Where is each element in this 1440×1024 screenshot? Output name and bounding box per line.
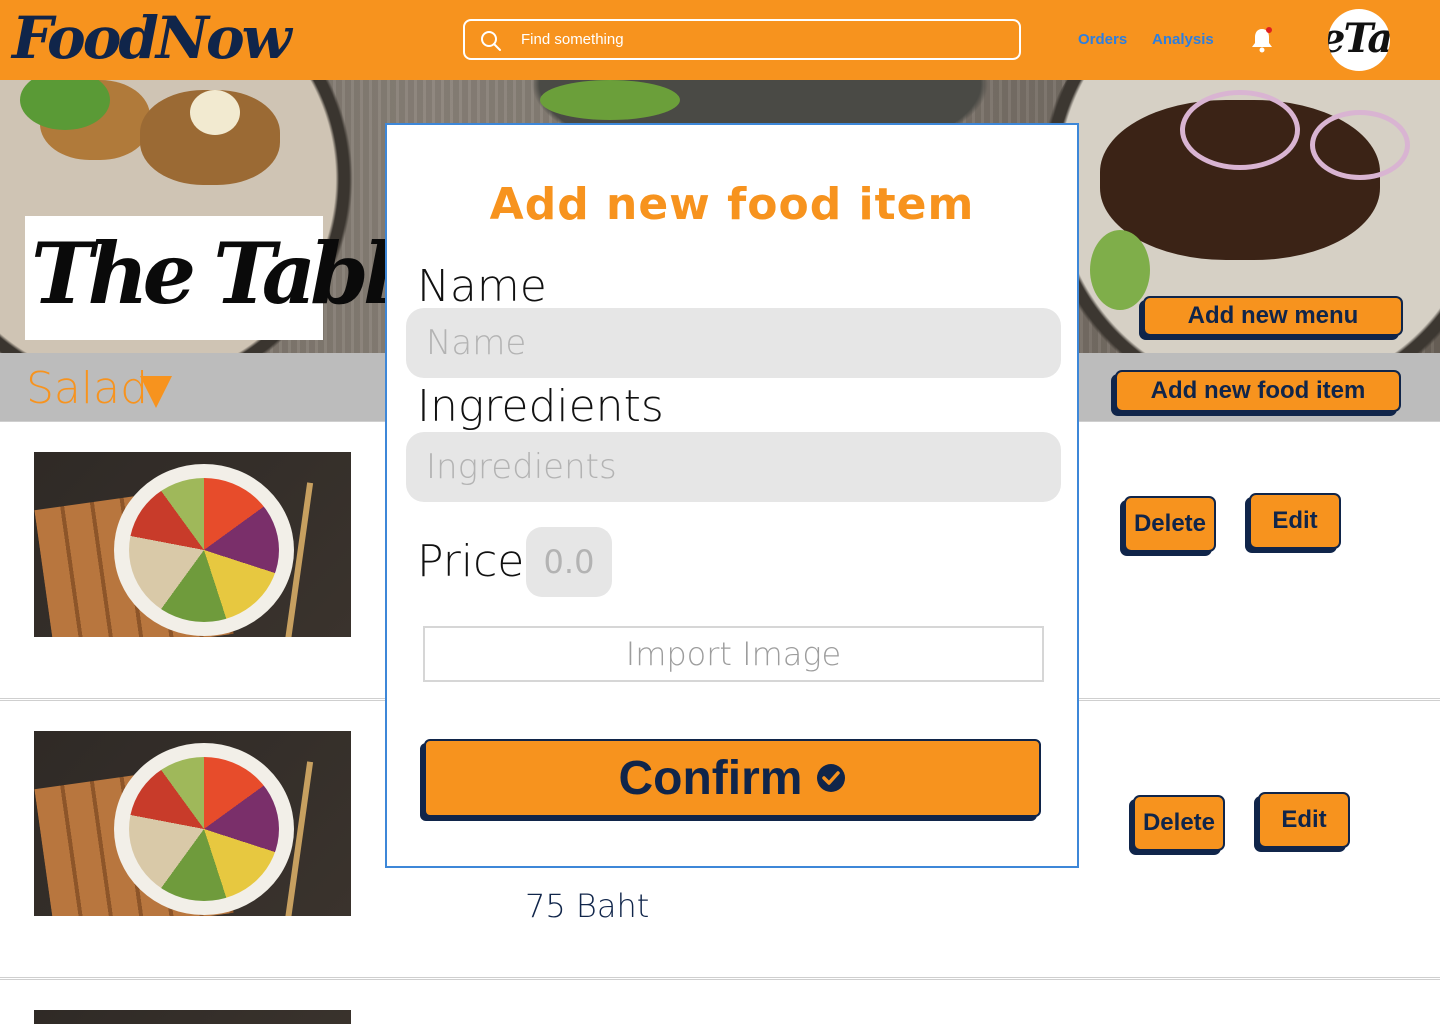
edit-button[interactable]: Edit — [1249, 493, 1341, 549]
nav-analysis[interactable]: Analysis — [1152, 31, 1214, 48]
add-new-menu-button[interactable]: Add new menu — [1143, 296, 1403, 336]
delete-button[interactable]: Delete — [1124, 496, 1216, 552]
top-bar: FoodNow Find something Orders Analysis e… — [0, 0, 1440, 80]
food-image — [34, 452, 351, 637]
salad — [129, 478, 279, 622]
caret-down-icon[interactable] — [140, 376, 172, 408]
modal-title: Add new food item — [489, 179, 975, 230]
food-onion — [1310, 110, 1410, 180]
confirm-label: Confirm — [618, 751, 803, 805]
delete-button[interactable]: Delete — [1133, 795, 1225, 851]
price-label: Price — [417, 536, 525, 587]
confirm-button[interactable]: Confirm — [424, 739, 1041, 817]
search-box[interactable]: Find something — [463, 19, 1021, 60]
app-logo[interactable]: FoodNow — [12, 4, 292, 72]
food-greens — [540, 80, 680, 120]
import-image-button[interactable]: Import Image — [423, 626, 1044, 682]
food-image — [34, 1010, 351, 1024]
restaurant-logo: The Table — [25, 216, 442, 340]
food-price: 75 Baht — [525, 887, 650, 925]
nav-orders[interactable]: Orders — [1078, 31, 1127, 48]
search-input[interactable]: Find something — [521, 31, 624, 48]
restaurant-logo-text: The Table — [31, 224, 442, 323]
name-label: Name — [417, 261, 547, 312]
ingredients-input[interactable] — [406, 432, 1061, 502]
name-input[interactable] — [406, 308, 1061, 378]
food-egg — [190, 90, 240, 135]
ingredients-label: Ingredients — [417, 381, 664, 432]
edit-button[interactable]: Edit — [1258, 792, 1350, 848]
food-row — [0, 979, 1440, 1024]
add-food-modal: Add new food item Name Ingredients Price… — [385, 123, 1079, 868]
check-circle-icon — [817, 764, 846, 792]
search-icon — [481, 31, 501, 51]
salad — [129, 757, 279, 901]
category-select[interactable]: Salad — [26, 363, 148, 414]
notification-dot — [1266, 27, 1272, 33]
food-image — [34, 731, 351, 916]
food-onion — [1180, 90, 1300, 170]
add-new-food-item-button[interactable]: Add new food item — [1115, 370, 1401, 412]
price-input[interactable] — [526, 527, 612, 597]
food-greens — [1090, 230, 1150, 310]
avatar[interactable]: eTal — [1328, 9, 1390, 71]
avatar-text: eTal — [1328, 15, 1390, 62]
